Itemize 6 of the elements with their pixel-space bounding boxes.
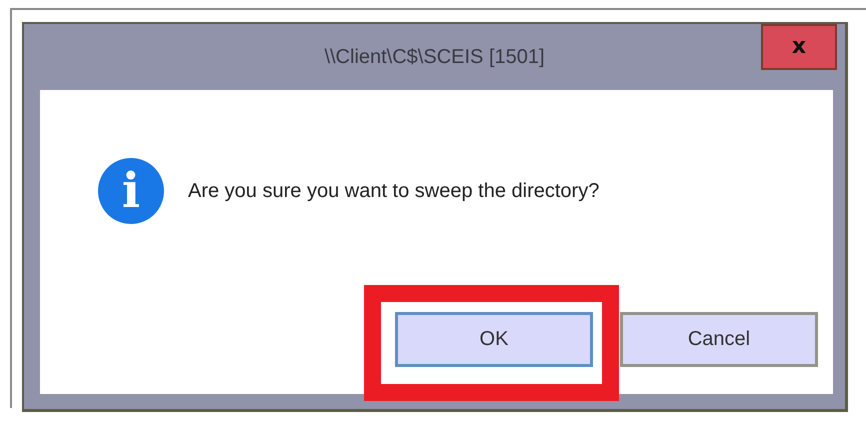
cancel-button[interactable]: Cancel: [620, 312, 818, 367]
close-button[interactable]: x: [761, 24, 837, 70]
window-title: \\Client\C$\SCEIS [1501]: [324, 46, 545, 68]
info-icon: i: [98, 158, 164, 224]
ok-button[interactable]: OK: [395, 312, 593, 367]
message-text: Are you sure you want to sweep the directory?: [188, 180, 600, 202]
